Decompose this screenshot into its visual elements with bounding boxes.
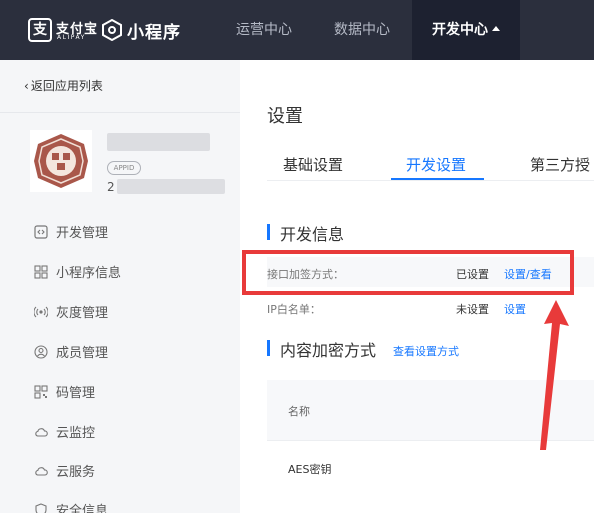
tab-dev-settings[interactable]: 开发设置 xyxy=(406,154,466,175)
ip-whitelist-settings-link[interactable]: 设置 xyxy=(504,301,526,317)
sidebar-item-cloud-monitor[interactable]: 云监控 xyxy=(34,422,95,442)
page-title: 设置 xyxy=(267,106,303,127)
nav-data-center[interactable]: 数据中心 xyxy=(320,0,404,60)
tab-third-party-auth[interactable]: 第三方授 xyxy=(530,154,590,175)
sidebar-item-label: 小程序信息 xyxy=(56,266,122,281)
sidebar-item-security[interactable]: 安全信息 xyxy=(34,500,108,513)
appid-value: 2 xyxy=(107,180,115,194)
chevron-left-icon: ‹ xyxy=(24,79,29,93)
sidebar-item-label: 开发管理 xyxy=(56,226,109,241)
nav-ops-center[interactable]: 运营中心 xyxy=(222,0,306,60)
tab-basic-settings[interactable]: 基础设置 xyxy=(283,154,343,175)
grid-icon xyxy=(34,265,48,279)
ip-whitelist-status: 未设置 xyxy=(456,303,489,316)
qrcode-icon xyxy=(34,385,48,399)
table-cell-aes-key: AES密钥 xyxy=(288,463,332,476)
sidebar-divider xyxy=(0,112,240,113)
sidebar-item-label: 成员管理 xyxy=(56,346,109,361)
table-header-name: 名称 xyxy=(288,405,310,418)
appid-badge: APPID xyxy=(107,161,141,175)
section-marker xyxy=(267,224,270,240)
cloud-icon xyxy=(34,464,48,478)
sidebar-item-members[interactable]: 成员管理 xyxy=(34,342,108,362)
sidebar-item-label: 灰度管理 xyxy=(56,306,109,321)
nav-dev-center-label: 开发中心 xyxy=(432,22,488,38)
broadcast-icon xyxy=(34,305,48,319)
sidebar-item-label: 云服务 xyxy=(56,465,96,480)
appid-redacted xyxy=(117,179,225,194)
nav-data-center-label: 数据中心 xyxy=(334,22,390,38)
alipay-logo-icon: 支 xyxy=(28,18,52,42)
sidebar-item-label: 安全信息 xyxy=(56,504,109,513)
alipay-brand-en: ALIPAY xyxy=(57,34,86,41)
sidebar-item-dev-management[interactable]: 开发管理 xyxy=(34,222,108,242)
dev-info-title: 开发信息 xyxy=(280,225,345,244)
sidebar-item-label: 码管理 xyxy=(56,386,96,401)
top-nav-bar: 支 支付宝 ALIPAY 小程序 运营中心 数据中心 开发中心 xyxy=(0,0,594,60)
back-link-label: 返回应用列表 xyxy=(30,79,103,93)
sidebar-item-app-info[interactable]: 小程序信息 xyxy=(34,262,121,282)
cloud-icon xyxy=(34,425,48,439)
mini-program-logo-icon xyxy=(102,19,122,41)
tabs-divider xyxy=(267,180,594,181)
annotation-arrow-icon xyxy=(540,300,569,450)
content-encryption-title: 内容加密方式 xyxy=(280,341,377,360)
code-icon xyxy=(34,225,48,239)
nav-ops-center-label: 运营中心 xyxy=(236,22,292,38)
sidebar-item-label: 云监控 xyxy=(56,426,96,441)
user-icon xyxy=(34,345,48,359)
shield-icon xyxy=(34,503,48,513)
ip-whitelist-label: IP白名单： xyxy=(267,303,321,316)
sidebar-item-code-management[interactable]: 码管理 xyxy=(34,382,95,402)
sidebar-item-cloud-service[interactable]: 云服务 xyxy=(34,461,95,481)
app-seal-logo-icon xyxy=(30,130,92,192)
caret-up-icon xyxy=(492,26,500,31)
sidebar-item-gray-release[interactable]: 灰度管理 xyxy=(34,302,108,322)
nav-dev-center[interactable]: 开发中心 xyxy=(412,0,520,60)
view-encryption-method-link[interactable]: 查看设置方式 xyxy=(393,343,459,359)
product-title: 小程序 xyxy=(127,23,181,43)
back-to-app-list-link[interactable]: ‹ 返回应用列表 xyxy=(24,77,103,94)
section-marker xyxy=(267,340,270,356)
sidebar: ‹ 返回应用列表 APPID 2 开发管理 小程序信息 灰度管理 成员管理 码管… xyxy=(0,60,240,513)
app-name-redacted xyxy=(107,133,210,151)
app-avatar xyxy=(30,130,92,192)
annotation-highlight-box xyxy=(242,250,574,295)
